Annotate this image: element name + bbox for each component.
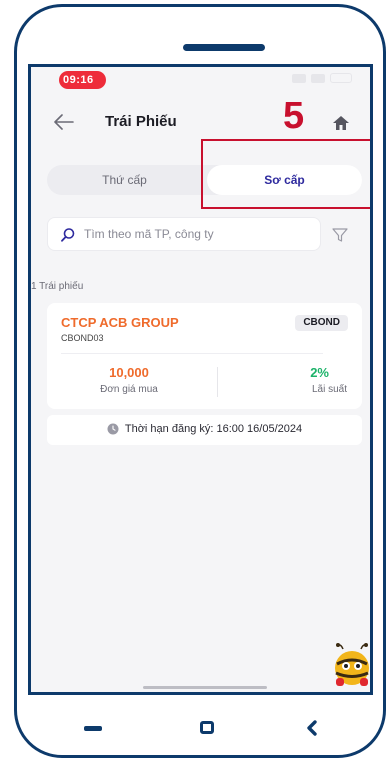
app-screen: 09:16 Trái Phiếu 5 Thứ cấp Sơ cấp Tìm th…	[28, 64, 373, 695]
home-icon[interactable]	[331, 113, 351, 133]
bond-type-badge: CBOND	[295, 315, 348, 331]
price-label: Đơn giá mua	[100, 384, 158, 395]
rate-label: Lãi suất	[311, 384, 347, 395]
search-box[interactable]	[47, 217, 321, 251]
market-tabs: Thứ cấp Sơ cấp	[47, 165, 362, 195]
step-number-annotation: 5	[283, 95, 305, 137]
nav-back-chevron-icon[interactable]	[304, 719, 320, 737]
price-value: 10,000	[109, 365, 149, 380]
rate-value: 2%	[310, 365, 329, 380]
back-arrow-icon[interactable]	[53, 111, 75, 133]
phone-speaker	[183, 44, 265, 51]
deadline-text: Thời hạn đăng ký: 16:00 16/05/2024	[124, 423, 303, 435]
wifi-icon	[311, 73, 325, 83]
mascot-bee-icon[interactable]	[331, 642, 373, 690]
bond-code: CBOND03	[61, 333, 104, 343]
header: Trái Phiếu 5	[31, 95, 370, 145]
column-divider	[217, 367, 218, 397]
search-input[interactable]	[84, 218, 314, 250]
search-icon	[61, 228, 75, 242]
bond-company: CTCP ACB GROUP	[61, 315, 179, 330]
filter-icon[interactable]	[331, 226, 349, 244]
status-bar: 09:16	[31, 67, 370, 91]
rate-column: 2% Lãi suất	[227, 365, 347, 395]
home-indicator	[143, 686, 267, 689]
status-time: 09:16	[59, 71, 106, 89]
page-title: Trái Phiếu	[105, 113, 177, 130]
result-count: 1 Trái phiếu	[31, 281, 84, 292]
bond-card[interactable]: CTCP ACB GROUP CBOND03 CBOND 10,000 Đơn …	[47, 303, 362, 409]
status-icons	[292, 73, 352, 83]
card-divider	[61, 353, 323, 354]
battery-icon	[330, 73, 352, 83]
signal-icon	[292, 73, 306, 83]
tab-thu-cap[interactable]: Thứ cấp	[47, 165, 202, 195]
price-column: 10,000 Đơn giá mua	[61, 365, 197, 395]
clock-icon	[107, 423, 119, 435]
registration-deadline: Thời hạn đăng ký: 16:00 16/05/2024	[47, 415, 362, 445]
tab-so-cap[interactable]: Sơ cấp	[207, 165, 362, 195]
nav-recent-button[interactable]	[84, 726, 102, 731]
nav-home-button[interactable]	[200, 721, 214, 734]
